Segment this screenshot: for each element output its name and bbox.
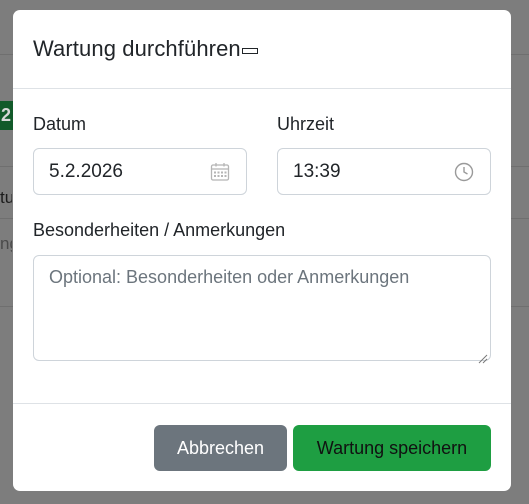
resize-handle-icon[interactable] [478,348,488,364]
date-label: Datum [33,114,87,134]
time-label: Uhrzeit [277,114,335,134]
notes-placeholder: Optional: Besonderheiten oder Anmerkunge… [49,267,410,287]
dialog-body: Datum 5.2.2026 Uhrzeit 13:39 Besonderhei… [13,89,511,403]
notes-textarea[interactable]: Optional: Besonderheiten oder Anmerkunge… [33,255,491,364]
background-row-text: ng [0,234,12,253]
dialog-title-text: Wartung durchführen [33,36,241,61]
maintenance-dialog: Wartung durchführen Datum 5.2.2026 Uhrze… [13,10,511,491]
background-row-text: tu [0,188,12,207]
notes-label: Besonderheiten / Anmerkungen [33,220,286,240]
save-maintenance-button[interactable]: Wartung speichern [293,425,491,471]
clock-icon[interactable] [454,162,474,182]
cancel-button[interactable]: Abbrechen [154,425,287,471]
dialog-title: Wartung durchführen [33,36,258,62]
date-input[interactable]: 5.2.2026 [33,148,247,195]
dialog-footer: Abbrechen Wartung speichern [13,403,511,491]
time-input[interactable]: 13:39 [277,148,491,195]
calendar-icon[interactable] [210,162,230,182]
dialog-header: Wartung durchführen [13,10,511,89]
title-mark-icon [241,48,258,54]
